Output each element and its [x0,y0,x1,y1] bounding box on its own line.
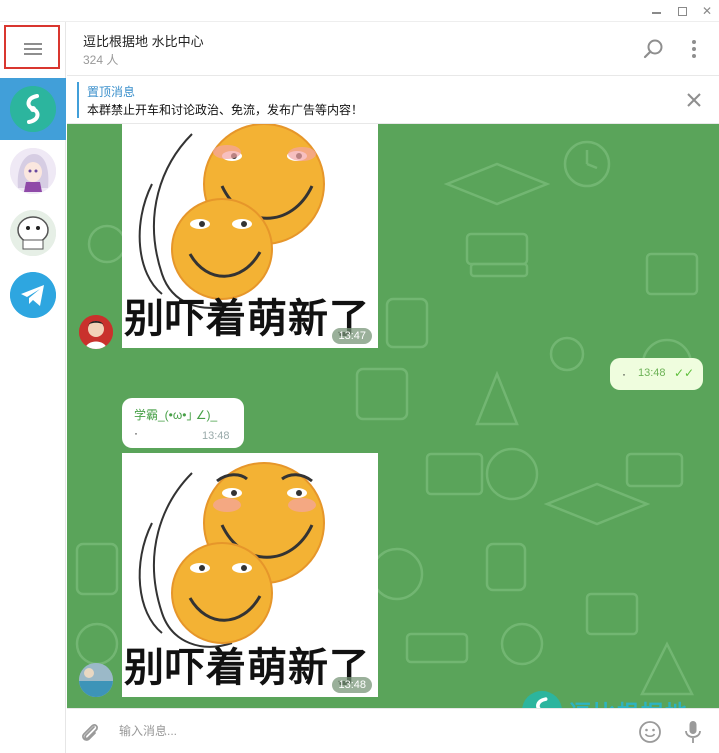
message-time: 13:48 [332,677,372,693]
close-icon[interactable] [684,90,704,110]
incoming-message-bubble[interactable]: 学霸_(•ω•｣ ∠)_ · 13:48 [122,398,244,448]
message-input[interactable] [119,721,519,741]
sender-avatar[interactable] [79,315,113,349]
outgoing-message-bubble[interactable]: · 13:48 ✓✓ [610,358,703,390]
message-composer [67,708,719,753]
sender-avatar[interactable] [79,663,113,697]
close-icon[interactable]: ✕ [697,2,717,20]
meme-avatar [10,210,56,256]
microphone-icon[interactable] [681,719,705,745]
menu-line [24,48,42,50]
s-swirl-logo-icon [10,86,56,132]
window-titlebar: ✕ [0,0,719,22]
pinned-text: 本群禁止开车和讨论政治、免流，发布广告等内容！ [87,103,364,117]
chat-item-anime[interactable] [0,140,66,202]
sticker-message[interactable]: 别吓着萌新了 13:47 [122,124,378,348]
double-check-icon: ✓✓ [674,366,695,380]
message-time: 13:48 [202,430,230,442]
message-list[interactable]: 别吓着萌新了 13:47 · 13:48 ✓✓ 学霸_(•ω•｣ ∠)_ · 1… [67,124,719,708]
anime-avatar [10,148,56,194]
chat-header: 逗比根据地 水比中心 324 人 [67,22,719,76]
minimize-icon[interactable] [646,2,666,20]
chat-title[interactable]: 逗比根据地 水比中心 [83,31,204,50]
sender-name[interactable]: 学霸_(•ω•｣ ∠)_ [134,406,217,423]
menu-line [24,53,42,55]
more-options-icon[interactable] [681,36,707,62]
menu-line [24,43,42,45]
message-time: 13:48 [638,367,666,379]
chat-item-telegram[interactable] [0,264,66,326]
message-text: · [134,426,138,440]
maximize-icon[interactable] [672,2,692,20]
member-count: 324 人 [83,53,119,67]
hamburger-menu-button[interactable] [4,25,60,69]
telegram-plane-icon [10,272,56,318]
chat-item-active-group[interactable] [0,78,66,140]
pinned-accent-bar [77,82,79,118]
pinned-title: 置顶消息 [87,85,136,99]
paperclip-icon[interactable] [79,721,101,743]
sticker-message[interactable]: 别吓着萌新了 13:48 [122,453,378,697]
chat-list-sidebar [0,22,66,753]
emoji-icon[interactable] [637,719,663,745]
search-icon[interactable] [641,36,667,62]
chat-item-meme[interactable] [0,202,66,264]
message-text: · [622,367,626,381]
message-time: 13:47 [332,328,372,344]
pinned-message[interactable]: 置顶消息 本群禁止开车和讨论政治、免流，发布广告等内容！ [67,76,719,124]
